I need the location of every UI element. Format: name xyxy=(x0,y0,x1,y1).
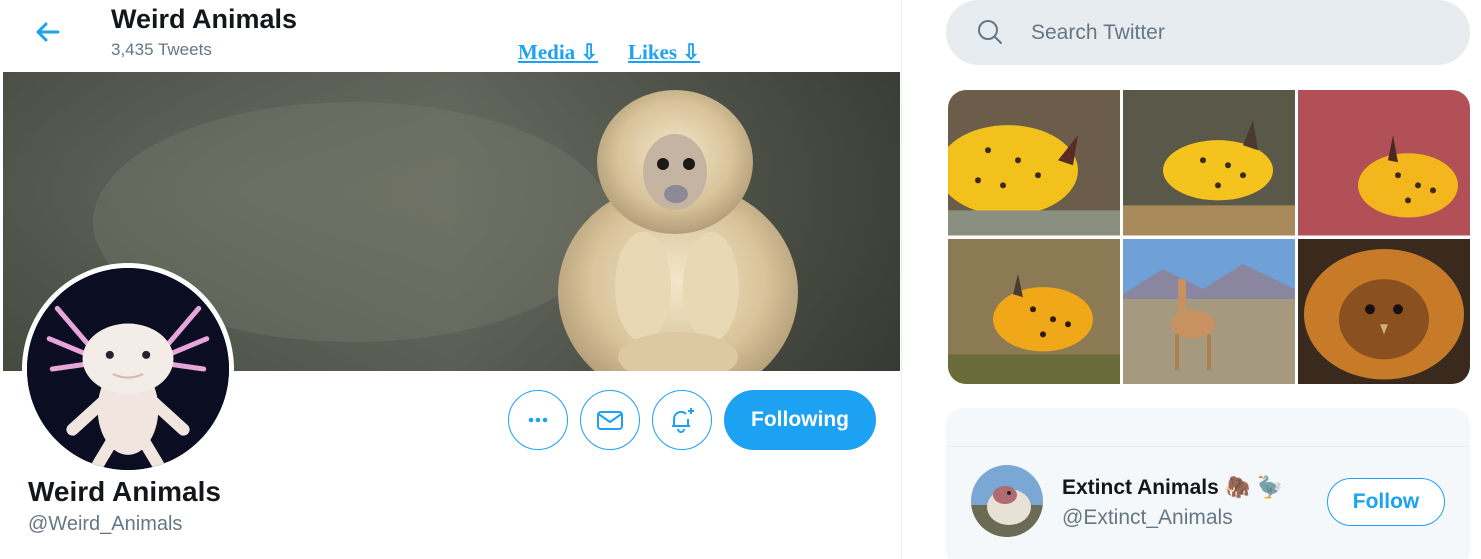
follow-button[interactable]: Follow xyxy=(1327,478,1445,526)
search-icon xyxy=(978,20,1002,44)
profile-column: Weird Animals 3,435 Tweets Media ⇩ Likes… xyxy=(0,0,902,559)
suggested-user-name[interactable]: Extinct Animals 🦣 🦤 xyxy=(1062,476,1283,500)
back-arrow-icon[interactable] xyxy=(24,12,68,52)
sea-bunny-photo xyxy=(1298,90,1470,236)
media-thumbnail[interactable] xyxy=(1123,90,1295,236)
media-thumbnail[interactable] xyxy=(948,238,1120,384)
media-thumbnail[interactable] xyxy=(948,90,1120,236)
more-dots-icon xyxy=(528,417,548,423)
search-input[interactable] xyxy=(1031,0,1431,65)
axolotl-avatar-image xyxy=(27,268,229,470)
envelope-icon xyxy=(597,411,623,430)
bell-plus-icon xyxy=(672,408,694,433)
sea-bunny-photo xyxy=(1123,90,1295,236)
sea-bunny-photo xyxy=(948,90,1120,236)
search-bar[interactable] xyxy=(946,0,1470,65)
header-title: Weird Animals xyxy=(111,4,298,34)
suggested-user-handle: @Extinct_Animals xyxy=(1062,506,1233,529)
divider xyxy=(946,446,1470,447)
notifications-button[interactable] xyxy=(652,390,712,450)
suggested-user-avatar[interactable] xyxy=(971,465,1043,537)
message-button[interactable] xyxy=(580,390,640,450)
media-link[interactable]: Media ⇩ xyxy=(518,40,598,65)
likes-link[interactable]: Likes ⇩ xyxy=(628,40,700,65)
extinct-animal-avatar-image xyxy=(971,465,1043,537)
more-options-button[interactable] xyxy=(508,390,568,450)
media-thumbnail[interactable] xyxy=(1298,90,1470,236)
tweet-count: 3,435 Tweets xyxy=(111,40,212,59)
profile-handle: @Weird_Animals xyxy=(28,513,183,535)
chicken-photo xyxy=(1298,238,1470,384)
sea-bunny-photo xyxy=(948,238,1120,384)
media-thumbnail[interactable] xyxy=(1298,238,1470,384)
vicuna-photo xyxy=(1123,238,1295,384)
profile-avatar[interactable] xyxy=(22,263,234,475)
media-gallery xyxy=(948,90,1470,384)
media-thumbnail[interactable] xyxy=(1123,238,1295,384)
profile-name: Weird Animals xyxy=(28,476,221,507)
who-to-follow-card: Extinct Animals 🦣 🦤 @Extinct_Animals Fol… xyxy=(946,408,1470,559)
following-button[interactable]: Following xyxy=(724,390,876,450)
